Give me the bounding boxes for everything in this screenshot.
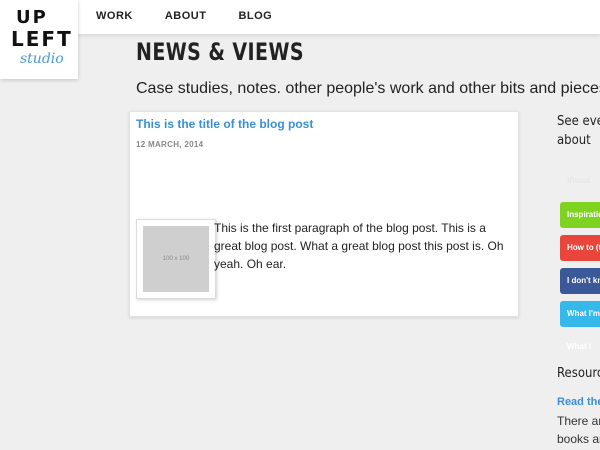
resources-heading: Resources — [557, 366, 600, 381]
category-tag-label: How to (t — [567, 243, 600, 252]
sidebar-heading-line2: about — [557, 133, 591, 148]
sidebar-heading-line1: See every — [557, 114, 600, 129]
page-subtitle: Case studies, notes. other people's work… — [136, 80, 600, 97]
logo-text-studio: studio — [20, 51, 64, 67]
nav-link-blog[interactable]: BLOG — [238, 10, 272, 22]
blog-post-date: 12 MARCH, 2014 — [136, 140, 204, 149]
resources-link[interactable]: Read the — [557, 396, 600, 408]
page-title: NEWS & VIEWS — [136, 38, 305, 66]
category-tag-inspiration[interactable]: Inspiratio — [560, 202, 600, 228]
thumbnail-placeholder: 100 x 100 — [143, 226, 209, 292]
category-tag-what-i[interactable]: What I — [560, 334, 600, 360]
blog-post-title-link[interactable]: This is the title of the blog post — [136, 117, 313, 131]
category-tag-label: Inspiratio — [567, 210, 600, 219]
category-tag-label: What I — [567, 342, 591, 351]
category-tag-visual[interactable]: Visual — [560, 168, 600, 194]
category-tag-what-im[interactable]: What I'm — [560, 301, 600, 327]
nav-link-about[interactable]: ABOUT — [165, 10, 207, 22]
category-tag-label: What I'm — [567, 309, 600, 318]
logo-text-left: LEFT — [11, 27, 73, 51]
main-nav: WORK ABOUT BLOG — [96, 10, 304, 22]
logo-box: UP LEFT studio — [6, 5, 73, 73]
nav-link-work[interactable]: WORK — [96, 10, 133, 22]
sidebar-heading: See every about — [557, 112, 600, 150]
blog-post-excerpt: This is the first paragraph of the blog … — [214, 221, 504, 271]
resources-text: There are books an — [557, 412, 600, 448]
blog-post-card: This is the title of the blog post 12 MA… — [129, 111, 519, 317]
resources-text-line1: There are — [557, 414, 600, 428]
category-tag-dont-know[interactable]: I don't kn — [560, 268, 600, 294]
resources-text-line2: books an — [557, 432, 600, 446]
category-tag-label: Visual — [567, 176, 591, 185]
logo-text-up: UP — [16, 7, 48, 28]
blog-post-thumbnail: 100 x 100 — [136, 219, 216, 299]
category-tag-how-to[interactable]: How to (t — [560, 235, 600, 261]
site-logo[interactable]: UP LEFT studio — [0, 0, 78, 79]
category-tag-label: I don't kn — [567, 276, 600, 285]
thumbnail-size-label: 100 x 100 — [162, 256, 190, 262]
